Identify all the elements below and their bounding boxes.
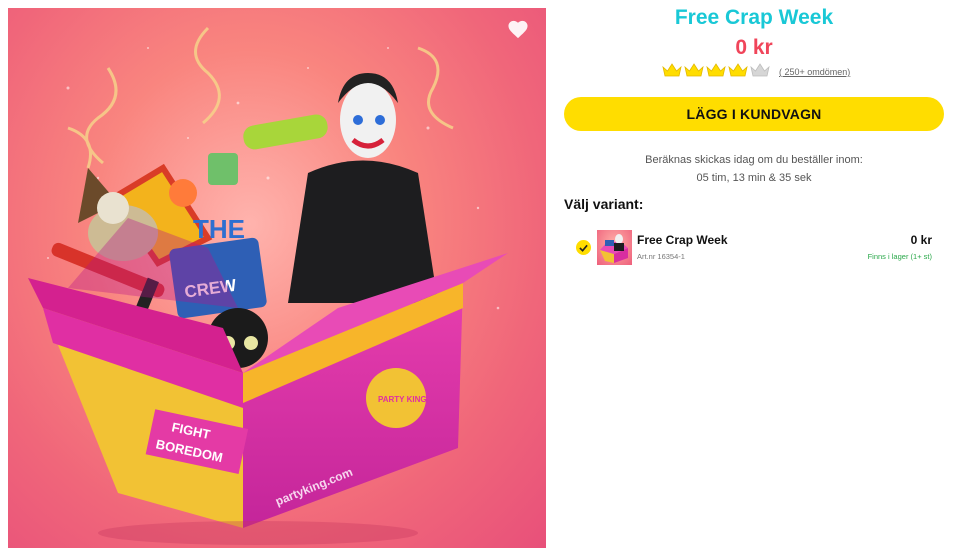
crown-icon: [684, 62, 704, 76]
variant-price: 0 kr: [910, 233, 932, 247]
sign-text: THE: [193, 214, 245, 244]
shipping-line-2: 05 tim, 13 min & 35 sek: [696, 172, 812, 184]
variant-option[interactable]: Free Crap Week Art.nr 16354-1 0 kr Finns…: [574, 226, 944, 268]
variant-heading: Välj variant:: [564, 196, 644, 212]
product-illustration: CREW THE FIGHT BOREDOM partyking.com PAR…: [28, 26, 508, 545]
product-price: 0 kr: [735, 36, 773, 59]
crown-icon: [750, 62, 770, 76]
variant-stock: Finns i lager (1+ st): [867, 252, 932, 261]
reviews-link[interactable]: ( 250+ omdömen): [779, 67, 850, 77]
crown-icon: [662, 62, 682, 76]
shipping-countdown: Beräknas skickas idag om du beställer in…: [564, 151, 944, 187]
crown-icon: [728, 62, 748, 76]
heart-icon: [508, 20, 528, 39]
add-to-cart-button[interactable]: LÄGG I KUNDVAGN: [564, 97, 944, 131]
product-title: Free Crap Week: [674, 6, 834, 29]
product-image[interactable]: CREW THE FIGHT BOREDOM partyking.com PAR…: [8, 8, 546, 548]
crown-icon: [706, 62, 726, 76]
box-logo: PARTY KING: [378, 395, 427, 404]
favorite-button[interactable]: [507, 19, 535, 45]
check-icon: [576, 240, 591, 255]
rating: ( 250+ omdömen): [662, 62, 850, 82]
shipping-line-1: Beräknas skickas idag om du beställer in…: [645, 154, 863, 166]
variant-art-nr: Art.nr 16354-1: [637, 252, 685, 261]
variant-thumbnail: [597, 230, 632, 265]
variant-name: Free Crap Week: [637, 233, 728, 247]
crown-rating: [662, 62, 772, 82]
